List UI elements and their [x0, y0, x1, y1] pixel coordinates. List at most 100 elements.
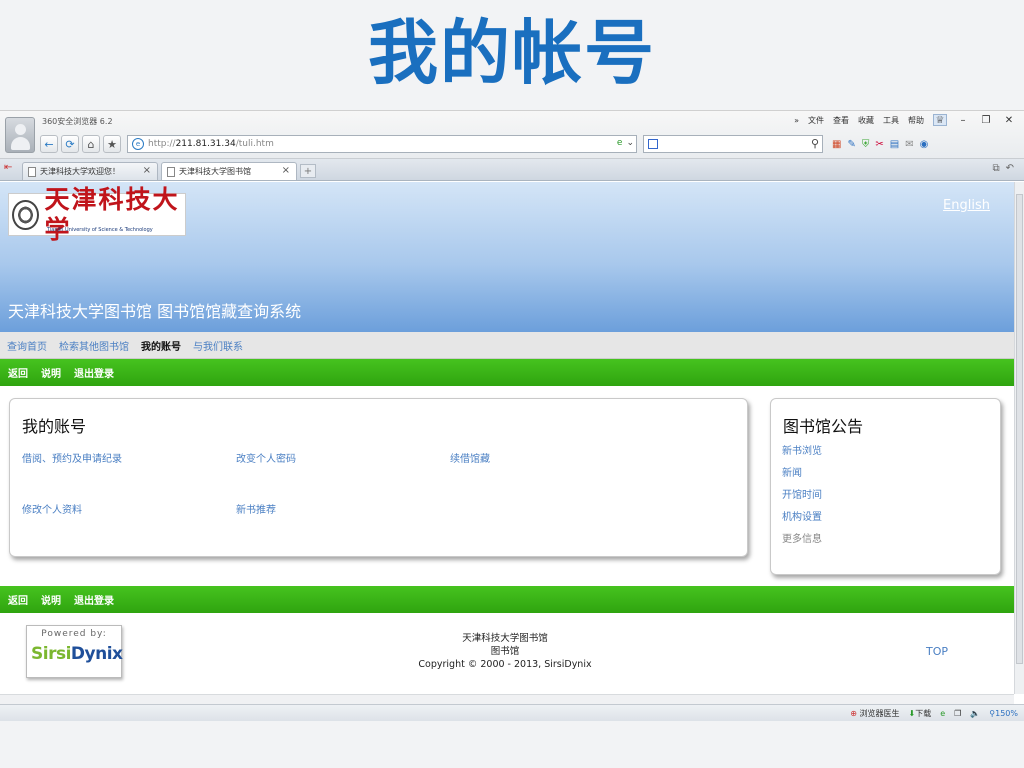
back-button[interactable]: 返回	[8, 365, 28, 380]
search-input[interactable]: ⚲	[643, 135, 823, 153]
minimize-icon[interactable]: –	[956, 114, 970, 126]
address-actions: e ⌄	[617, 138, 634, 148]
address-bar[interactable]: e http:// 211.81.31.34 /tuli.htm e ⌄	[127, 135, 637, 153]
university-seal-icon	[12, 199, 39, 230]
menu-favorites[interactable]: 收藏	[858, 115, 874, 126]
closed-tabs-icon[interactable]: ⇤	[4, 162, 18, 176]
university-logo[interactable]: 天津科技大学 Tianjin University of Science & T…	[8, 185, 186, 244]
wrench-icon[interactable]: ✎	[847, 139, 855, 150]
ie-mode-icon[interactable]: e	[617, 138, 623, 148]
tab-label: 天津科技大学图书馆	[179, 167, 251, 176]
skin-icon[interactable]: ♕	[933, 114, 947, 126]
address-dropdown-icon[interactable]: ⌄	[626, 138, 634, 148]
download-button[interactable]: ⬇下载	[909, 708, 932, 719]
apps-icon[interactable]: ▦	[832, 139, 841, 150]
logo-text: 天津科技大学	[44, 184, 180, 244]
horizontal-scrollbar[interactable]	[0, 694, 1014, 704]
sirsidynix-wordmark: SirsiDynix	[31, 644, 123, 664]
toolbar-extensions: ▦ ✎ ⛨ ✂ ▤ ✉ ◉	[832, 139, 928, 150]
restore-icon[interactable]: ❐	[979, 114, 993, 126]
nav-other-libraries[interactable]: 检索其他图书馆	[59, 338, 129, 353]
page-icon	[28, 166, 36, 177]
action-bar-top: 返回 说明 退出登录	[0, 359, 1014, 386]
logout-button[interactable]: 退出登录	[74, 592, 114, 607]
doctor-label: 浏览器医生	[859, 708, 900, 718]
sirsidynix-logo[interactable]: Powered by: SirsiDynix	[26, 625, 123, 678]
brand-sirsi: Sirsi	[31, 644, 71, 664]
tab-library[interactable]: 天津科技大学图书馆 ×	[161, 162, 297, 180]
nav-my-account[interactable]: 我的账号	[141, 338, 181, 353]
close-icon[interactable]: ✕	[1002, 114, 1016, 126]
tab-close-icon[interactable]: ×	[282, 165, 290, 176]
print-icon[interactable]: ▤	[890, 139, 899, 150]
back-icon[interactable]: ←	[40, 135, 58, 153]
zoom-control[interactable]: ⚲150%	[989, 709, 1018, 718]
new-tab-button[interactable]: +	[300, 164, 316, 178]
tab-strip: ⇤ 天津科技大学欢迎您！ × 天津科技大学图书馆 × + ⧉ ↶	[0, 159, 1024, 181]
browser-doctor-button[interactable]: ⊕ 浏览器医生	[850, 708, 899, 719]
mail-icon[interactable]: ✉	[905, 139, 913, 150]
menu-view[interactable]: 查看	[833, 115, 849, 126]
window-icon[interactable]: ❐	[954, 709, 961, 718]
favorite-star-icon[interactable]: ★	[103, 135, 121, 153]
page-icon	[167, 166, 175, 177]
slide-title: 我的帐号	[368, 12, 656, 94]
vertical-scrollbar[interactable]	[1014, 182, 1024, 694]
refresh-icon[interactable]: ⟳	[61, 135, 79, 153]
help-button[interactable]: 说明	[41, 592, 61, 607]
borrow-records-link[interactable]: 借阅、预约及申请纪录	[22, 450, 122, 465]
address-host: 211.81.31.34	[175, 139, 236, 149]
ie-icon[interactable]: e	[940, 709, 945, 718]
shield-icon[interactable]: ⛨	[862, 139, 870, 150]
account-panel: 我的账号 借阅、预约及申请纪录 改变个人密码 续借馆藏 修改个人资料 新书推荐	[9, 398, 748, 557]
account-heading: 我的账号	[22, 417, 87, 436]
english-link[interactable]: English	[943, 198, 990, 213]
more-info-link[interactable]: 更多信息	[782, 530, 822, 545]
home-icon[interactable]: ⌂	[82, 135, 100, 153]
help-button[interactable]: 说明	[41, 365, 61, 380]
nav-search-home[interactable]: 查询首页	[7, 338, 47, 353]
scrollbar-thumb[interactable]	[1016, 194, 1023, 664]
doctor-icon: ⊕	[850, 708, 857, 718]
search-engine-icon[interactable]	[648, 139, 658, 149]
tab-welcome[interactable]: 天津科技大学欢迎您！ ×	[22, 162, 158, 180]
undo-icon[interactable]: ↶	[1006, 163, 1014, 174]
tab-close-icon[interactable]: ×	[143, 165, 151, 176]
brand-dynix: Dynix	[70, 644, 123, 664]
change-password-link[interactable]: 改变个人密码	[236, 450, 296, 465]
volume-icon[interactable]: 🔈	[970, 709, 980, 718]
recommend-books-link[interactable]: 新书推荐	[236, 501, 276, 516]
news-link[interactable]: 新闻	[782, 464, 802, 479]
download-label: 下载	[915, 708, 932, 718]
opening-hours-link[interactable]: 开馆时间	[782, 486, 822, 501]
edit-profile-link[interactable]: 修改个人资料	[22, 501, 82, 516]
site-footer: Powered by: SirsiDynix 天津科技大学图书馆 图书馆 Cop…	[0, 613, 1014, 691]
back-button[interactable]: 返回	[8, 592, 28, 607]
new-books-link[interactable]: 新书浏览	[782, 442, 822, 457]
menu-more[interactable]: »	[794, 116, 799, 125]
menu-help[interactable]: 帮助	[908, 115, 924, 126]
back-to-top-link[interactable]: TOP	[926, 645, 948, 658]
logout-button[interactable]: 退出登录	[74, 365, 114, 380]
action-bar-bottom: 返回 说明 退出登录	[0, 586, 1014, 613]
menu-file[interactable]: 文件	[808, 115, 824, 126]
browser-menu: » 文件 查看 收藏 工具 帮助 ♕ – ❐ ✕	[794, 114, 1016, 126]
site-header: 天津科技大学 Tianjin University of Science & T…	[0, 182, 1014, 332]
zoom-level: 150%	[995, 708, 1018, 718]
main-content: 我的账号 借阅、预约及申请纪录 改变个人密码 续借馆藏 修改个人资料 新书推荐 …	[0, 386, 1014, 586]
browser-toolbar: 360安全浏览器 6.2 » 文件 查看 收藏 工具 帮助 ♕ – ❐ ✕ ← …	[0, 111, 1024, 159]
sync-icon[interactable]: ◉	[920, 139, 929, 150]
top-navigation: 查询首页 检索其他图书馆 我的账号 与我们联系	[0, 332, 1014, 359]
organization-link[interactable]: 机构设置	[782, 508, 822, 523]
screenshot-icon[interactable]: ✂	[875, 139, 883, 150]
nav-contact[interactable]: 与我们联系	[193, 338, 243, 353]
notice-panel: 图书馆公告 新书浏览 新闻 开馆时间 机构设置 更多信息	[770, 398, 1001, 575]
powered-by-label: Powered by:	[41, 629, 107, 639]
menu-tools[interactable]: 工具	[883, 115, 899, 126]
tab-label: 天津科技大学欢迎您！	[40, 167, 120, 176]
search-icon[interactable]: ⚲	[811, 137, 819, 150]
user-avatar-icon[interactable]	[5, 117, 35, 153]
web-page: 天津科技大学 Tianjin University of Science & T…	[0, 182, 1014, 694]
renew-items-link[interactable]: 续借馆藏	[450, 450, 490, 465]
tab-list-icon[interactable]: ⧉	[992, 163, 999, 174]
